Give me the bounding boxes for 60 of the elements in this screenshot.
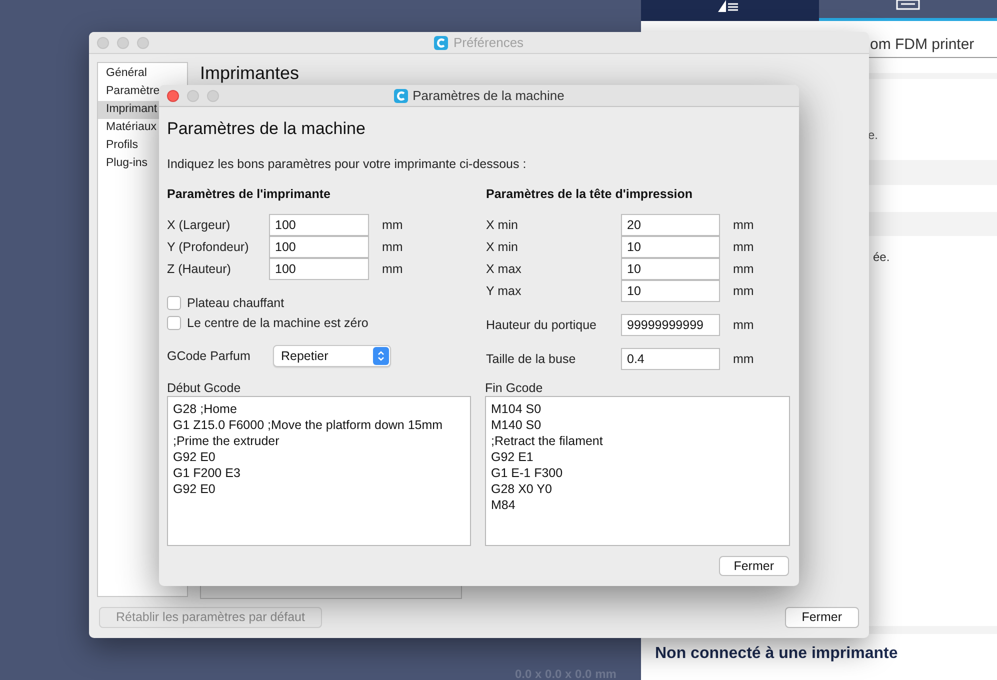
checkbox[interactable]	[167, 296, 181, 310]
number-field[interactable]: 100	[269, 214, 369, 236]
field-label: X min	[486, 238, 519, 256]
field-label: Z (Hauteur)	[167, 260, 232, 278]
number-field[interactable]: 100	[269, 236, 369, 258]
unit-label: mm	[733, 260, 754, 278]
unit-label: mm	[733, 282, 754, 300]
zoom-window-icon[interactable]	[137, 36, 149, 48]
number-field[interactable]: 10	[621, 280, 720, 302]
checkbox-label: Le centre de la machine est zéro	[187, 314, 368, 332]
field-label: GCode Parfum	[167, 348, 252, 365]
field-label: Taille de la buse	[486, 350, 577, 368]
section-heading: Imprimantes	[200, 62, 300, 85]
close-button[interactable]: Fermer	[718, 556, 789, 576]
printer-icon	[896, 0, 920, 10]
close-window-icon[interactable]	[167, 90, 179, 102]
number-field[interactable]: 10	[621, 236, 720, 258]
unit-label: mm	[733, 350, 754, 368]
zoom-window-icon[interactable]	[207, 90, 219, 102]
dialog-heading: Paramètres de la machine	[167, 118, 366, 140]
field-label: Y (Profondeur)	[167, 238, 250, 256]
minimize-window-icon[interactable]	[187, 90, 199, 102]
field-label: X min	[486, 216, 519, 234]
gcode-editor[interactable]: M104 S0 M140 S0 ;Retract the filament G92 E1 G1 E-1 F300 G28 X0 Y0 M84	[485, 396, 790, 546]
field-label: X (Largeur)	[167, 216, 232, 234]
unit-label: mm	[382, 238, 403, 256]
number-field[interactable]: 10	[621, 258, 720, 280]
info-text: ée.	[873, 249, 891, 266]
number-field[interactable]: 99999999999	[621, 314, 720, 336]
field-label: Hauteur du portique	[486, 316, 598, 334]
number-field[interactable]: 20	[621, 214, 720, 236]
field-label: X max	[486, 260, 522, 278]
checkbox[interactable]	[167, 316, 181, 330]
gcode-flavor-dropdown[interactable]: Repetier	[273, 345, 391, 367]
unit-label: mm	[382, 260, 403, 278]
window-title: Préférences	[453, 34, 524, 52]
instruction-text: Indiquez les bons paramètres pour votre imprimante ci-dessous :	[167, 156, 528, 173]
window-title: Paramètres de la machine	[412, 86, 564, 105]
sidebar-item[interactable]: Général	[98, 65, 187, 83]
connection-status: Non connecté à une imprimante	[655, 644, 899, 664]
section-title: Paramètres de l'imprimante	[167, 186, 332, 204]
section-title: Paramètres de la tête d'impression	[486, 186, 694, 204]
number-field[interactable]: 0.4	[621, 348, 720, 370]
gcode-label: Début Gcode	[167, 381, 242, 396]
app-logo-icon	[394, 88, 408, 102]
field-label: Y max	[486, 282, 522, 300]
panel-tab[interactable]	[641, 0, 819, 21]
app-logo-icon	[434, 36, 448, 50]
stepper-icon	[373, 347, 389, 365]
number-field[interactable]: 100	[269, 258, 369, 280]
close-button[interactable]: Fermer	[784, 607, 859, 628]
minimize-window-icon[interactable]	[117, 36, 129, 48]
unit-label: mm	[733, 216, 754, 234]
close-window-icon[interactable]	[97, 36, 109, 48]
unit-label: mm	[733, 238, 754, 256]
checkbox-label: Plateau chauffant	[187, 294, 284, 312]
gcode-label: Fin Gcode	[485, 381, 544, 396]
unit-label: mm	[382, 216, 403, 234]
unit-label: mm	[733, 316, 754, 334]
gcode-editor[interactable]: G28 ;Home G1 Z15.0 F6000 ;Move the platform down 15mm ;Prime the extruder G92 E0 G1 F200 E3 G92 E0	[167, 396, 471, 546]
